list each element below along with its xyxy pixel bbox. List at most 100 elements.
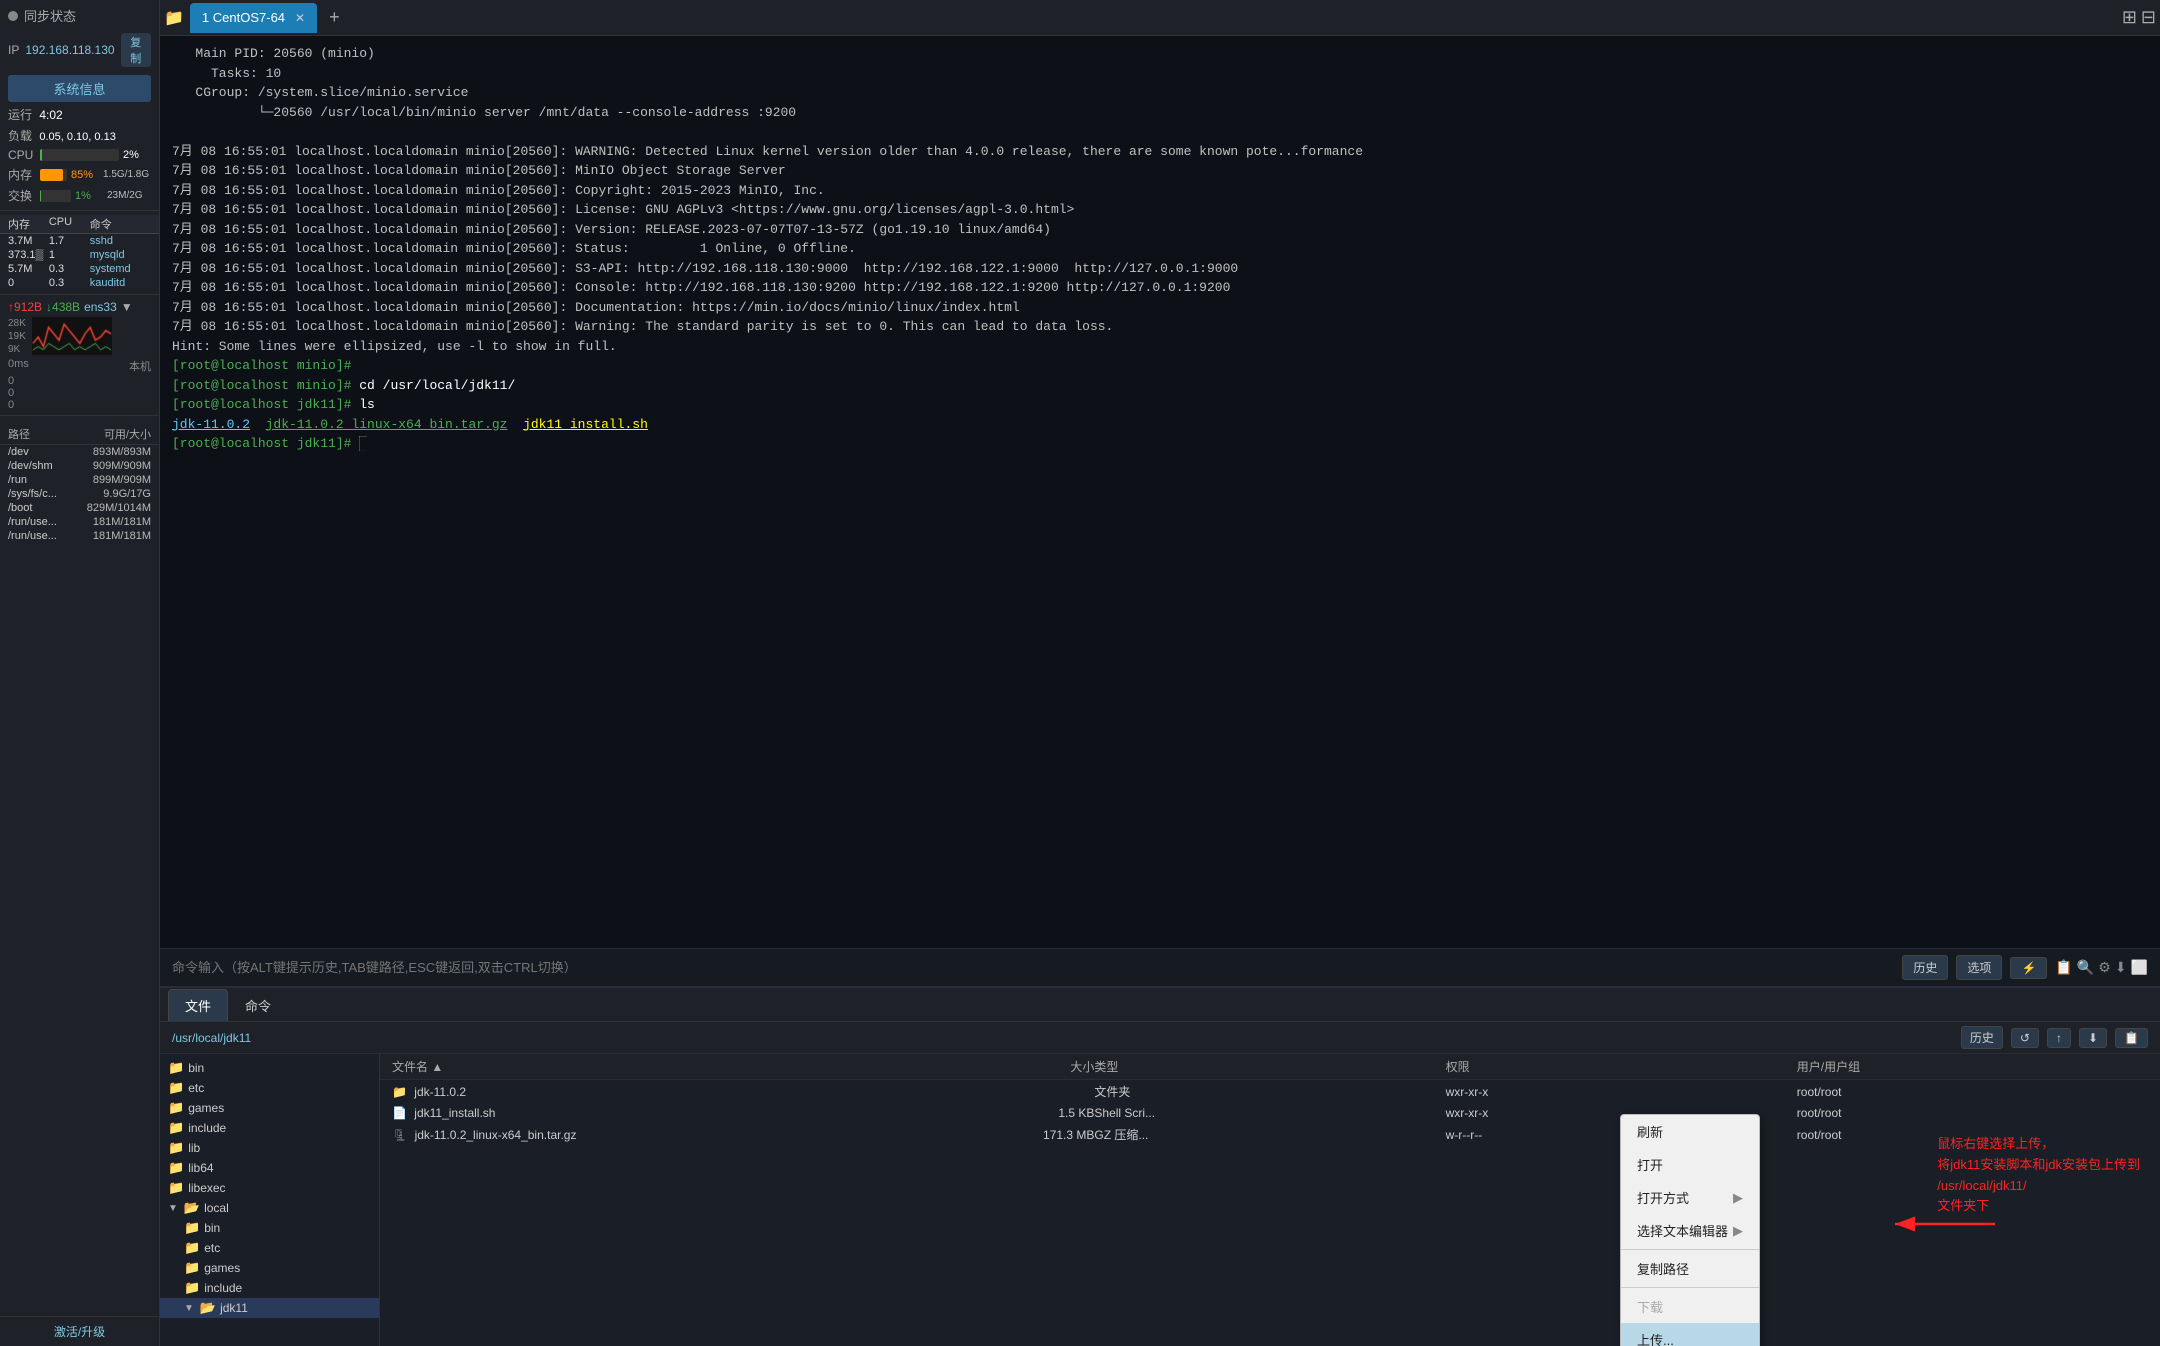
tree-label-libexec: libexec [188,1181,225,1195]
gear-icon[interactable]: ⚙ [2098,959,2111,976]
search-icon[interactable]: 🔍 [2077,959,2094,976]
ctx-text-editor[interactable]: 选择文本编辑器 ▶ [1621,1214,1759,1247]
disk-path-4: /boot [8,502,87,514]
tree-local-games[interactable]: 📁 games [160,1258,379,1278]
history-toolbar-button[interactable]: 历史 [1961,1026,2003,1049]
tree-label-etc: etc [188,1081,204,1095]
disk-row-5[interactable]: /run/use... 181M/181M [0,515,159,529]
disk-path-0: /dev [8,446,93,458]
proc-cpu-3: 0.3 [49,277,90,289]
swap-percent: 1% [75,190,103,202]
terminal-area[interactable]: Main PID: 20560 (minio) Tasks: 10 CGroup… [160,36,2160,948]
tab-add-button[interactable]: + [323,7,346,28]
proc-cpu-0: 1.7 [49,235,90,247]
proc-row-1[interactable]: 373.1▒ 1 mysqld [0,248,159,262]
clear-icon[interactable]: ⬜ [2131,959,2148,976]
proc-row-2[interactable]: 5.7M 0.3 systemd [0,262,159,276]
file-row-1[interactable]: 📄 jdk11_install.sh 1.5 KB Shell Scri... … [380,1103,2160,1123]
terminal-input[interactable] [172,960,1894,975]
ctx-text-editor-arrow: ▶ [1733,1223,1743,1239]
tree-local-jdk11[interactable]: ▼ 📂 jdk11 [160,1298,379,1318]
mem-value: 1.5G/1.8G [103,169,151,180]
refresh-toolbar-button[interactable]: ↺ [2011,1028,2039,1048]
tab-command[interactable]: 命令 [228,989,288,1021]
tree-lib64[interactable]: 📁 lib64 [160,1158,379,1178]
grid-icon[interactable]: ⊞ [2122,7,2137,28]
tab-file[interactable]: 文件 [168,989,228,1021]
disk-row-3[interactable]: /sys/fs/c... 9.9G/17G [0,487,159,501]
download-icon[interactable]: ⬇ [2115,959,2127,976]
sysinfo-button[interactable]: 系统信息 [8,75,151,102]
copy-ip-button[interactable]: 复制 [121,33,151,67]
activate-button[interactable]: 激活/升级 [0,1316,159,1346]
annotation-arrow-svg [1885,1209,2005,1239]
disk-row-4[interactable]: /boot 829M/1014M [0,501,159,515]
proc-cmd-0: sshd [90,235,151,247]
download-toolbar-button[interactable]: ⬇ [2079,1028,2107,1048]
local-label: 本机 [129,358,151,374]
tree-lib[interactable]: 📁 lib [160,1138,379,1158]
file-row-2[interactable]: 🗜 jdk-11.0.2_linux-x64_bin.tar.gz 171.3 … [380,1123,2160,1146]
ctx-open[interactable]: 打开 [1621,1148,1759,1181]
proc-row-3[interactable]: 0 0.3 kauditd [0,276,159,290]
disk-row-2[interactable]: /run 899M/909M [0,473,159,487]
tree-local[interactable]: ▼ 📂 local [160,1198,379,1218]
clipboard-toolbar-button[interactable]: 📋 [2115,1028,2148,1048]
layout-icon[interactable]: ⊟ [2141,7,2156,28]
file-row-0[interactable]: 📁 jdk-11.0.2 文件夹 wxr-xr-x root/root [380,1080,2160,1103]
tree-include[interactable]: 📁 include [160,1118,379,1138]
tree-bin[interactable]: 📁 bin [160,1058,379,1078]
tree-local-etc[interactable]: 📁 etc [160,1238,379,1258]
ctx-refresh[interactable]: 刷新 [1621,1115,1759,1148]
shell-icon: 📄 [392,1106,407,1120]
ctx-open-with[interactable]: 打开方式 ▶ [1621,1181,1759,1214]
tree-local-bin[interactable]: 📁 bin [160,1218,379,1238]
lightning-button[interactable]: ⚡ [2010,957,2047,979]
net-iface: ens33 [84,300,117,314]
copy-icon[interactable]: 📋 [2055,959,2072,976]
options-button[interactable]: 选项 [1956,955,2002,980]
disk-row-6[interactable]: /run/use... 181M/181M [0,529,159,543]
tree-etc[interactable]: 📁 etc [160,1078,379,1098]
col-header-type[interactable]: 类型 [1094,1058,1445,1075]
file-tabs: 文件 命令 [160,988,2160,1022]
ctx-open-with-arrow: ▶ [1733,1190,1743,1206]
term-line-12: 7月 08 16:55:01 localhost.localdomain min… [172,298,2148,318]
col-header-owner[interactable]: 用户/用户组 [1797,1058,2148,1075]
tree-label-bin: bin [188,1061,204,1075]
tree-libexec[interactable]: 📁 libexec [160,1178,379,1198]
disk-row-0[interactable]: /dev 893M/893M [0,445,159,459]
sidebar: 同步状态 IP 192.168.118.130 复制 系统信息 运行 4:02 … [0,0,160,1346]
tree-label-local-include: include [204,1281,242,1295]
ctx-copy-path[interactable]: 复制路径 [1621,1252,1759,1285]
up-toolbar-button[interactable]: ↑ [2047,1028,2071,1048]
ip-row: IP 192.168.118.130 复制 [0,31,159,73]
file-content: 📁 bin 📁 etc 📁 games 📁 include 📁 l [160,1054,2160,1346]
ip-value: 192.168.118.130 [25,43,114,57]
term-line-11: 7月 08 16:55:01 localhost.localdomain min… [172,278,2148,298]
col-header-perm[interactable]: 权限 [1446,1058,1797,1075]
folder-icon[interactable]: 📁 [164,8,184,28]
col-header-name[interactable]: 文件名 ▲ [392,1058,919,1075]
history-button[interactable]: 历史 [1902,955,1948,980]
ctx-upload[interactable]: 上传... [1621,1323,1759,1346]
tree-label-include: include [188,1121,226,1135]
runtime-row: 运行 4:02 [0,104,159,125]
net-arrow: ▼ [121,300,133,314]
tab-centos[interactable]: 1 CentOS7-64 ✕ [190,3,317,33]
disk-path-5: /run/use... [8,516,93,528]
col-header-size[interactable]: 大小 [919,1058,1095,1075]
disk-row-1[interactable]: /dev/shm 909M/909M [0,459,159,473]
folder-icon-etc: 📁 [168,1080,184,1096]
tree-games[interactable]: 📁 games [160,1098,379,1118]
proc-row-0[interactable]: 3.7M 1.7 sshd [0,234,159,248]
ctx-open-with-label: 打开方式 [1637,1188,1689,1207]
term-line-10: 7月 08 16:55:01 localhost.localdomain min… [172,259,2148,279]
proc-mem-3: 0 [8,277,49,289]
ip-label: IP [8,43,19,57]
tab-close-button[interactable]: ✕ [295,11,305,25]
context-menu: 刷新 打开 打开方式 ▶ 选择文本编辑器 ▶ 复制路径 下载 上传... [1620,1114,1760,1346]
tree-local-include[interactable]: 📁 include [160,1278,379,1298]
proc-cmd-2: systemd [90,263,151,275]
proc-mem-2: 5.7M [8,263,49,275]
